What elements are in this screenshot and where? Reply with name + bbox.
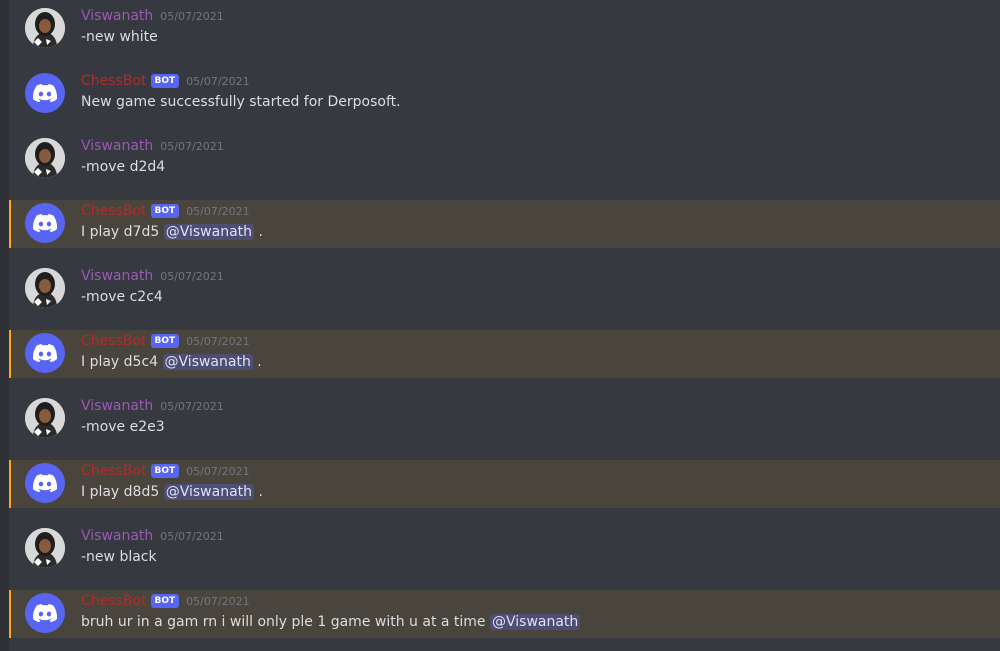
timestamp: 05/07/2021 [186,204,250,218]
timestamp: 05/07/2021 [160,139,224,153]
user-avatar[interactable] [25,138,65,178]
message-header: ChessBot BOT 05/07/2021 [81,461,250,481]
message-item[interactable]: Viswanath 05/07/2021 -new black [9,525,1000,573]
username[interactable]: Viswanath [81,138,153,154]
message-text: -move c2c4 [81,289,163,305]
username[interactable]: Viswanath [81,398,153,414]
message-item[interactable]: ChessBot BOT 05/07/2021 I play d8d5 @Vis… [9,460,1000,508]
username[interactable]: ChessBot [81,593,147,609]
bot-tag: BOT [150,334,180,348]
user-mention[interactable]: @Viswanath [163,484,255,500]
bot-tag: BOT [150,464,180,478]
bot-avatar[interactable] [25,593,65,633]
discord-logo-icon [33,344,57,362]
message-content: I play d7d5 @Viswanath . [81,224,263,240]
message-header: ChessBot BOT 05/07/2021 [81,591,250,611]
username[interactable]: ChessBot [81,73,147,89]
message-item[interactable]: ChessBot BOT 05/07/2021 I play d5c4 @Vis… [9,330,1000,378]
message-header: Viswanath 05/07/2021 [81,526,224,546]
message-text: I play d7d5 [81,224,160,240]
message-header: ChessBot BOT 05/07/2021 [81,331,250,351]
user-mention[interactable]: @Viswanath [163,224,255,240]
bot-tag: BOT [150,74,180,88]
message-header: ChessBot BOT 05/07/2021 [81,201,250,221]
timestamp: 05/07/2021 [160,269,224,283]
message-text: I play d8d5 [81,484,160,500]
user-avatar[interactable] [25,528,65,568]
chat-message-list: Viswanath 05/07/2021 -new white ChessBot… [0,0,1000,651]
message-content: -new black [81,549,157,565]
timestamp: 05/07/2021 [160,529,224,543]
bot-avatar[interactable] [25,463,65,503]
message-header: ChessBot BOT 05/07/2021 [81,71,250,91]
bot-avatar[interactable] [25,73,65,113]
message-item[interactable]: Viswanath 05/07/2021 -new white [9,5,1000,53]
message-suffix: . [257,354,262,370]
message-item[interactable]: Viswanath 05/07/2021 -move d2d4 [9,135,1000,183]
bot-tag: BOT [150,594,180,608]
username[interactable]: ChessBot [81,463,147,479]
discord-logo-icon [33,604,57,622]
message-header: Viswanath 05/07/2021 [81,136,224,156]
discord-logo-icon [33,84,57,102]
bot-tag: BOT [150,204,180,218]
timestamp: 05/07/2021 [160,9,224,23]
message-suffix: . [258,484,263,500]
message-item[interactable]: ChessBot BOT 05/07/2021 I play d7d5 @Vis… [9,200,1000,248]
message-content: I play d5c4 @Viswanath . [81,354,262,370]
message-item[interactable]: ChessBot BOT 05/07/2021 New game success… [9,70,1000,118]
user-avatar[interactable] [25,398,65,438]
scroll-gutter [0,0,9,651]
timestamp: 05/07/2021 [186,594,250,608]
discord-logo-icon [33,474,57,492]
username[interactable]: ChessBot [81,203,147,219]
message-content: I play d8d5 @Viswanath . [81,484,263,500]
message-item[interactable]: Viswanath 05/07/2021 -move c2c4 [9,265,1000,313]
message-text: New game successfully started for Derpos… [81,94,401,110]
message-text: -new black [81,549,157,565]
timestamp: 05/07/2021 [186,334,250,348]
user-mention[interactable]: @Viswanath [162,354,253,370]
bot-avatar[interactable] [25,333,65,373]
message-header: Viswanath 05/07/2021 [81,6,224,26]
message-text: bruh ur in a gam rn i will only ple 1 ga… [81,614,486,630]
message-content: -move e2e3 [81,419,165,435]
message-content: -move c2c4 [81,289,163,305]
message-content: -new white [81,29,158,45]
message-header: Viswanath 05/07/2021 [81,266,224,286]
timestamp: 05/07/2021 [186,464,250,478]
bot-avatar[interactable] [25,203,65,243]
message-suffix: . [258,224,263,240]
user-avatar[interactable] [25,8,65,48]
user-avatar[interactable] [25,268,65,308]
username[interactable]: Viswanath [81,528,153,544]
username[interactable]: ChessBot [81,333,147,349]
username[interactable]: Viswanath [81,8,153,24]
timestamp: 05/07/2021 [186,74,250,88]
user-mention[interactable]: @Viswanath [490,614,581,630]
message-content: bruh ur in a gam rn i will only ple 1 ga… [81,614,581,630]
message-text: I play d5c4 [81,354,159,370]
message-text: -move d2d4 [81,159,166,175]
message-text: -new white [81,29,158,45]
message-text: -move e2e3 [81,419,165,435]
message-item[interactable]: ChessBot BOT 05/07/2021 bruh ur in a gam… [9,590,1000,638]
message-item[interactable]: Viswanath 05/07/2021 -move e2e3 [9,395,1000,443]
username[interactable]: Viswanath [81,268,153,284]
message-content: New game successfully started for Derpos… [81,94,401,110]
message-header: Viswanath 05/07/2021 [81,396,224,416]
timestamp: 05/07/2021 [160,399,224,413]
discord-logo-icon [33,214,57,232]
message-content: -move d2d4 [81,159,165,175]
